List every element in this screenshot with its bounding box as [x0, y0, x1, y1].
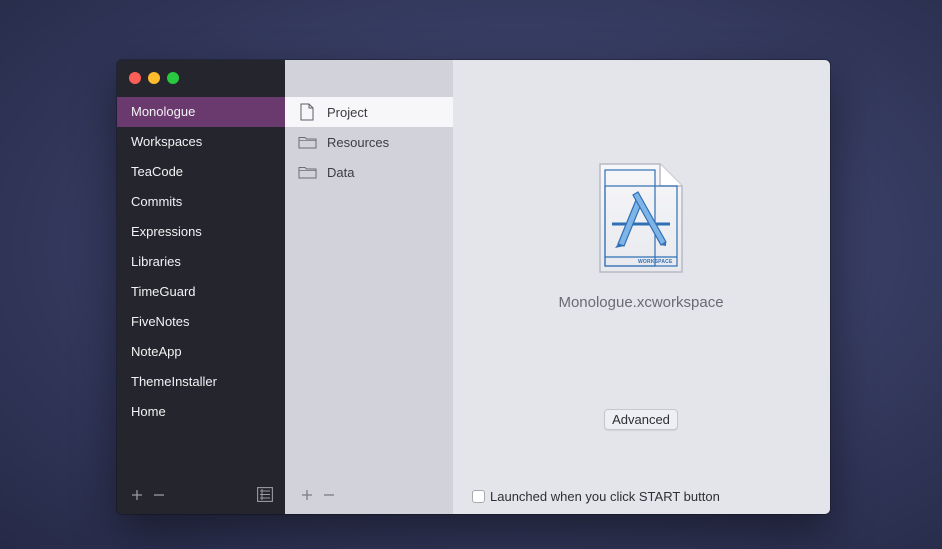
sidebar-item-noteapp[interactable]: NoteApp [117, 337, 285, 367]
file-item-label: Project [327, 104, 368, 120]
sidebar-item-monologue[interactable]: Monologue [117, 97, 285, 127]
sidebar-list: Monologue Workspaces TeaCode Commits Exp… [117, 97, 285, 427]
sidebar-item-themeinstaller[interactable]: ThemeInstaller [117, 367, 285, 397]
sidebar-footer [131, 487, 273, 507]
sidebar-item-timeguard[interactable]: TimeGuard [117, 277, 285, 307]
folder-icon [297, 163, 317, 181]
file-item-project[interactable]: Project [285, 97, 453, 127]
folder-icon [297, 133, 317, 151]
plus-icon[interactable] [301, 488, 313, 506]
window-controls [129, 72, 179, 84]
file-item-label: Resources [327, 134, 390, 150]
file-item-data[interactable]: Data [285, 157, 453, 187]
zoom-button[interactable] [167, 72, 179, 84]
plus-icon[interactable] [131, 488, 143, 506]
launch-checkbox[interactable] [472, 490, 485, 503]
file-list: Project Resources Data [285, 97, 453, 187]
sidebar-item-libraries[interactable]: Libraries [117, 247, 285, 277]
sidebar-item-fivenotes[interactable]: FiveNotes [117, 307, 285, 337]
document-icon [297, 103, 317, 121]
launch-label: Launched when you click START button [490, 489, 720, 504]
file-pane: Project Resources Data [285, 60, 453, 514]
minus-icon[interactable] [153, 488, 165, 506]
list-icon[interactable] [257, 487, 273, 507]
close-button[interactable] [129, 72, 141, 84]
file-item-resources[interactable]: Resources [285, 127, 453, 157]
file-name: Monologue.xcworkspace [558, 294, 724, 311]
detail-pane: WORKSPACE Monologue.xcworkspace Advanced… [453, 60, 830, 514]
sidebar-item-workspaces[interactable]: Workspaces [117, 127, 285, 157]
sidebar-item-home[interactable]: Home [117, 397, 285, 427]
sidebar-item-teacode[interactable]: TeaCode [117, 157, 285, 187]
sidebar-item-expressions[interactable]: Expressions [117, 217, 285, 247]
app-window: Monologue Workspaces TeaCode Commits Exp… [117, 60, 830, 514]
sidebar-item-commits[interactable]: Commits [117, 187, 285, 217]
minus-icon[interactable] [323, 488, 335, 506]
file-badge: WORKSPACE [638, 259, 673, 265]
advanced-button[interactable]: Advanced [604, 409, 678, 430]
minimize-button[interactable] [148, 72, 160, 84]
launch-option[interactable]: Launched when you click START button [472, 489, 720, 504]
xcworkspace-file-icon: WORKSPACE [598, 162, 684, 274]
file-item-label: Data [327, 164, 355, 180]
file-pane-footer [301, 488, 335, 506]
sidebar: Monologue Workspaces TeaCode Commits Exp… [117, 60, 285, 514]
